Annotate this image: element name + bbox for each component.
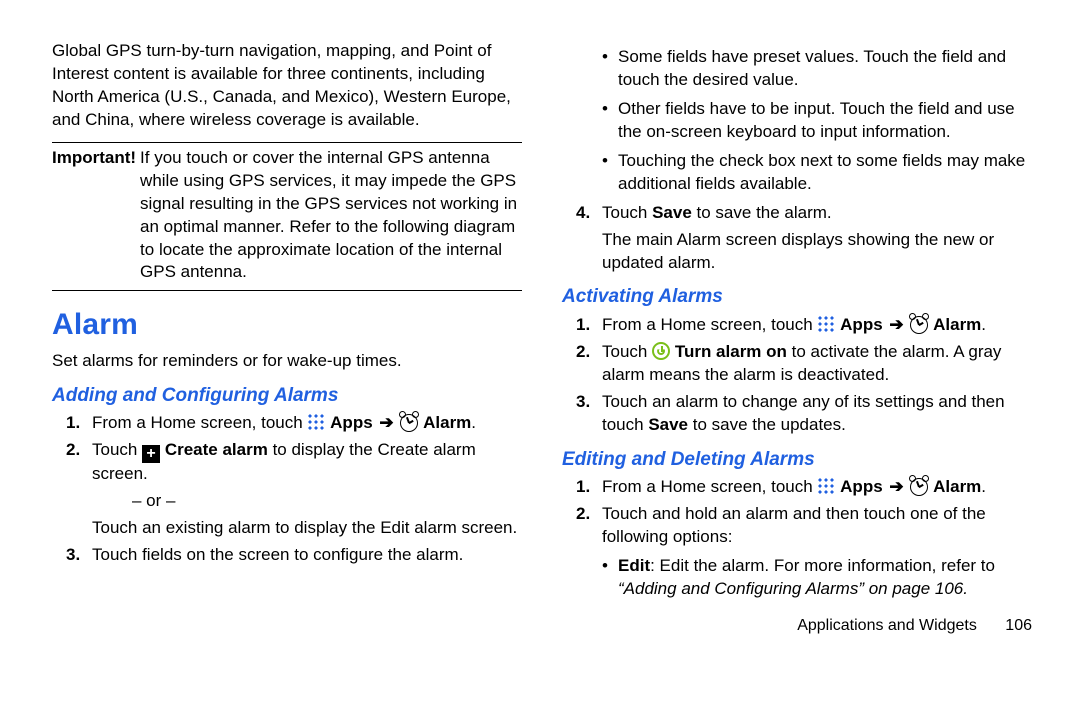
s4-outcome: The main Alarm screen displays showing t… <box>602 229 1032 275</box>
editing-steps: 1. From a Home screen, touch Apps ➔ Alar… <box>576 476 1032 549</box>
apps-grid-icon <box>817 315 835 333</box>
note-label: Important! <box>52 147 140 285</box>
alarm-label-2: Alarm <box>933 315 981 334</box>
apps-grid-icon <box>307 413 325 431</box>
edit-options: Edit: Edit the alarm. For more informati… <box>602 555 1032 601</box>
arrow-icon: ➔ <box>887 315 905 334</box>
apps-grid-icon <box>817 477 835 495</box>
right-column: Some fields have preset values. Touch th… <box>562 40 1032 696</box>
act-step-2: 2. Touch Turn alarm on to activate the a… <box>576 341 1032 387</box>
alarm-label: Alarm <box>423 413 471 432</box>
ed2-text: Touch and hold an alarm and then touch o… <box>602 504 986 546</box>
clock-icon <box>400 414 418 432</box>
adding-configuring-heading: Adding and Configuring Alarms <box>52 383 522 409</box>
apps-label-3: Apps <box>840 477 883 496</box>
ed1-pre: From a Home screen, touch <box>602 477 817 496</box>
act1-pre: From a Home screen, touch <box>602 315 817 334</box>
manual-page: Global GPS turn-by-turn navigation, mapp… <box>0 0 1080 720</box>
page-number: 106 <box>1005 617 1032 634</box>
step-1: 1. From a Home screen, touch Apps ➔ Alar… <box>66 412 522 435</box>
bullet-input: Other fields have to be input. Touch the… <box>602 98 1032 144</box>
cross-reference: “Adding and Configuring Alarms” <box>618 579 864 598</box>
ed-step-2: 2. Touch and hold an alarm and then touc… <box>576 503 1032 549</box>
step1-pre: From a Home screen, touch <box>92 413 307 432</box>
activating-heading: Activating Alarms <box>562 284 1032 310</box>
step2-alt: Touch an existing alarm to display the E… <box>92 517 522 540</box>
edit-text-a: : Edit the alarm. For more information, … <box>650 556 995 575</box>
apps-label-2: Apps <box>840 315 883 334</box>
gps-intro: Global GPS turn-by-turn navigation, mapp… <box>52 40 522 132</box>
step-2: 2. Touch + Create alarm to display the C… <box>66 439 522 540</box>
act2-pre: Touch <box>602 342 652 361</box>
left-column: Global GPS turn-by-turn navigation, mapp… <box>52 40 522 696</box>
edit-label: Edit <box>618 556 650 575</box>
save-label: Save <box>652 203 692 222</box>
cross-reference-page: on page 106. <box>864 579 968 598</box>
important-note: Important! If you touch or cover the int… <box>52 142 522 292</box>
activating-steps: 1. From a Home screen, touch Apps ➔ Alar… <box>576 314 1032 437</box>
page-footer: Applications and Widgets 106 <box>562 615 1032 637</box>
alarm-label-3: Alarm <box>933 477 981 496</box>
step-3: 3. Touch fields on the screen to configu… <box>66 544 522 567</box>
step2-pre: Touch <box>92 440 142 459</box>
alarm-intro: Set alarms for reminders or for wake-up … <box>52 350 522 373</box>
act3-post: to save the updates. <box>693 415 846 434</box>
edit-option: Edit: Edit the alarm. For more informati… <box>602 555 1032 601</box>
plus-icon: + <box>142 445 160 463</box>
adding-steps-cont: 4. Touch Save to save the alarm. The mai… <box>576 202 1032 275</box>
act-step-1: 1. From a Home screen, touch Apps ➔ Alar… <box>576 314 1032 337</box>
bullet-preset: Some fields have preset values. Touch th… <box>602 46 1032 92</box>
step3-text: Touch fields on the screen to configure … <box>92 545 463 564</box>
apps-label: Apps <box>330 413 373 432</box>
save-label-2: Save <box>648 415 688 434</box>
turn-alarm-on-label: Turn alarm on <box>675 342 787 361</box>
bullet-checkbox: Touching the check box next to some fiel… <box>602 150 1032 196</box>
editing-heading: Editing and Deleting Alarms <box>562 447 1032 473</box>
s4-post: to save the alarm. <box>697 203 832 222</box>
arrow-icon: ➔ <box>887 477 905 496</box>
alarm-heading: Alarm <box>52 305 522 346</box>
turn-on-icon <box>652 342 670 360</box>
act-step-3: 3. Touch an alarm to change any of its s… <box>576 391 1032 437</box>
arrow-icon: ➔ <box>377 413 395 432</box>
footer-section: Applications and Widgets <box>797 617 977 634</box>
config-bullets: Some fields have preset values. Touch th… <box>602 46 1032 196</box>
step-4: 4. Touch Save to save the alarm. The mai… <box>576 202 1032 275</box>
s4-pre: Touch <box>602 203 652 222</box>
note-body: If you touch or cover the internal GPS a… <box>140 147 522 285</box>
create-alarm-label: Create alarm <box>165 440 268 459</box>
clock-icon <box>910 316 928 334</box>
or-separator: – or – <box>132 490 522 513</box>
clock-icon <box>910 478 928 496</box>
ed-step-1: 1. From a Home screen, touch Apps ➔ Alar… <box>576 476 1032 499</box>
adding-steps: 1. From a Home screen, touch Apps ➔ Alar… <box>66 412 522 567</box>
